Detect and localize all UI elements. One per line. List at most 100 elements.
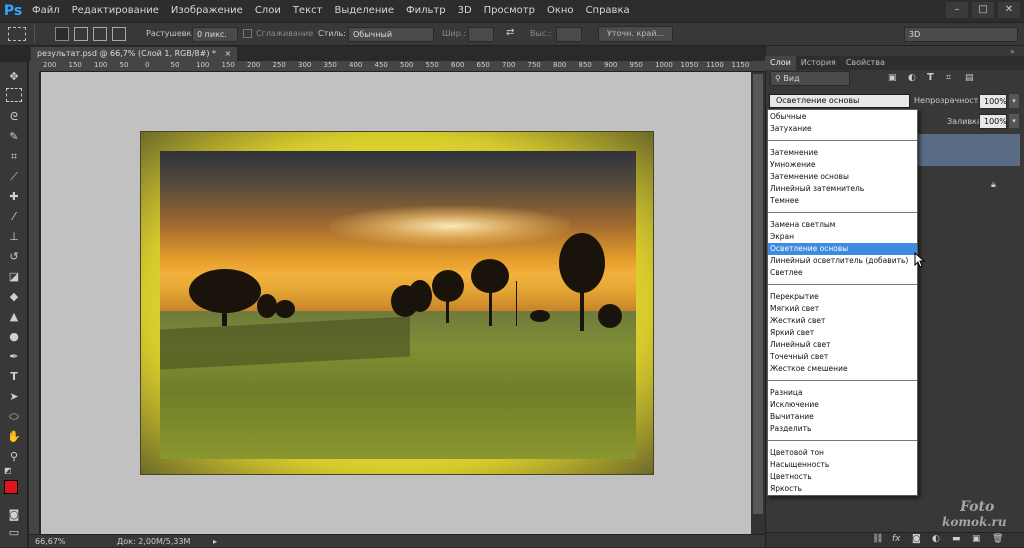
menu-window[interactable]: Окно (541, 0, 580, 22)
vertical-ruler[interactable] (29, 72, 40, 534)
clone-stamp-tool-icon[interactable]: ⊥ (4, 228, 24, 246)
ellipse-tool-icon[interactable]: ⬭ (4, 408, 24, 426)
shape-filter-icon[interactable]: ⌗ (946, 73, 951, 83)
blend-mode-option[interactable]: Жесткое смешение (768, 363, 917, 375)
blend-mode-option[interactable]: Разделить (768, 423, 917, 435)
tab-properties[interactable]: Свойства (841, 56, 890, 70)
document-size[interactable]: Док: 2,00M/5,33M (117, 535, 190, 548)
opacity-dropdown-icon[interactable]: ▾ (1009, 94, 1019, 108)
swap-icon[interactable]: ⇄ (506, 27, 514, 38)
menu-edit[interactable]: Редактирование (66, 0, 165, 22)
blend-mode-option[interactable]: Темнее (768, 195, 917, 207)
height-input[interactable] (556, 27, 582, 42)
move-tool-icon[interactable]: ✥ (4, 68, 24, 86)
menu-image[interactable]: Изображение (165, 0, 249, 22)
menu-help[interactable]: Справка (580, 0, 636, 22)
feather-input[interactable]: 0 пикс. (192, 27, 238, 42)
maximize-button[interactable]: □ (972, 2, 994, 18)
foreground-color-swatch[interactable] (4, 480, 18, 494)
blend-mode-option[interactable]: Яркость (768, 483, 917, 495)
menu-file[interactable]: Файл (26, 0, 66, 22)
layer-row-background[interactable]: 🔒︎ (916, 168, 1020, 200)
close-tab-icon[interactable]: × (225, 49, 232, 58)
layer-mask-icon[interactable]: ◙ (912, 534, 921, 544)
fx-icon[interactable]: fx (892, 534, 901, 544)
fill-input[interactable]: 100% (979, 114, 1007, 129)
adjustment-filter-icon[interactable]: ◐ (908, 73, 916, 83)
status-menu-icon[interactable]: ▸ (213, 535, 217, 548)
blend-mode-option[interactable]: Экран (768, 231, 917, 243)
blur-tool-icon[interactable]: ▲ (4, 308, 24, 326)
menu-filter[interactable]: Фильтр (400, 0, 452, 22)
workspace-select[interactable]: 3D (904, 27, 1018, 42)
type-tool-icon[interactable]: T (4, 368, 24, 386)
ruler-origin[interactable] (29, 61, 40, 72)
blend-mode-option[interactable]: Затухание (768, 123, 917, 135)
lasso-tool-icon[interactable]: ᘓ (4, 108, 24, 126)
blend-mode-option[interactable]: Обычные (768, 111, 917, 123)
marquee-tool-preset-icon[interactable] (8, 27, 26, 41)
link-layers-icon[interactable]: ⛓ (872, 534, 883, 544)
blend-mode-option[interactable]: Исключение (768, 399, 917, 411)
pen-tool-icon[interactable]: ✒ (4, 348, 24, 366)
tab-history[interactable]: История (796, 56, 841, 70)
opacity-input[interactable]: 100% (979, 94, 1007, 109)
horizontal-ruler[interactable]: 200 150 100 50 0 50 100 150 200 250 300 350 400 450 50… (40, 61, 765, 72)
menu-layers[interactable]: Слои (249, 0, 287, 22)
brush-tool-icon[interactable]: ⁄ (4, 208, 24, 226)
menu-select[interactable]: Выделение (328, 0, 400, 22)
quick-selection-tool-icon[interactable]: ✎ (4, 128, 24, 146)
layer-row-selected[interactable] (916, 134, 1020, 166)
landscape-photo[interactable] (160, 151, 636, 459)
blend-mode-option[interactable]: Вычитание (768, 411, 917, 423)
subtract-selection-icon[interactable] (93, 27, 107, 41)
width-input[interactable] (468, 27, 494, 42)
new-selection-icon[interactable] (55, 27, 69, 41)
add-selection-icon[interactable] (74, 27, 88, 41)
pixel-filter-icon[interactable]: ▣ (888, 73, 897, 83)
blend-mode-option[interactable]: Линейный осветлитель (добавить) (768, 255, 917, 267)
style-select[interactable]: Обычный (348, 27, 434, 42)
blend-mode-option[interactable]: Умножение (768, 159, 917, 171)
blend-mode-option[interactable]: Яркий свет (768, 327, 917, 339)
default-colors-icon[interactable]: ◩ (4, 466, 12, 475)
blend-mode-option[interactable]: Точечный свет (768, 351, 917, 363)
collapse-panel-icon[interactable]: » (1010, 47, 1015, 56)
blend-mode-option[interactable]: Цветность (768, 471, 917, 483)
type-filter-icon[interactable]: T (927, 72, 934, 83)
blend-mode-option[interactable]: Затемнение (768, 147, 917, 159)
blend-mode-option[interactable]: Линейный свет (768, 339, 917, 351)
path-selection-tool-icon[interactable]: ➤ (4, 388, 24, 406)
blend-mode-option[interactable]: Замена светлым (768, 219, 917, 231)
healing-brush-tool-icon[interactable]: ✚ (4, 188, 24, 206)
intersect-selection-icon[interactable] (112, 27, 126, 41)
dodge-tool-icon[interactable]: ● (4, 328, 24, 346)
blend-mode-option[interactable]: Светлее (768, 267, 917, 279)
refine-edge-button[interactable]: Уточн. край... (598, 26, 674, 42)
document-tab[interactable]: результат.psd @ 66,7% (Слой 1, RGB/8#) *… (31, 47, 238, 61)
blend-mode-option[interactable]: Мягкий свет (768, 303, 917, 315)
crop-tool-icon[interactable]: ⌗ (4, 148, 24, 166)
zoom-level[interactable]: 66,67% (35, 535, 66, 548)
close-window-button[interactable]: ✕ (998, 2, 1020, 18)
tab-layers[interactable]: Слои (765, 56, 796, 70)
scrollbar-thumb[interactable] (753, 74, 763, 514)
layer-filter-select[interactable]: ⚲ Вид (770, 71, 850, 86)
smart-object-filter-icon[interactable]: ▤ (965, 73, 974, 83)
blend-mode-option[interactable]: Перекрытие (768, 291, 917, 303)
hand-tool-icon[interactable]: ✋ (4, 428, 24, 446)
eyedropper-tool-icon[interactable]: ⟋ (4, 168, 24, 186)
history-brush-tool-icon[interactable]: ↺ (4, 248, 24, 266)
menu-3d[interactable]: 3D (452, 0, 478, 22)
blend-mode-option[interactable]: Насыщенность (768, 459, 917, 471)
quick-mask-icon[interactable]: ◙ (4, 506, 24, 524)
marquee-tool-icon[interactable] (6, 88, 22, 102)
menu-view[interactable]: Просмотр (478, 0, 541, 22)
paint-bucket-tool-icon[interactable]: ◆ (4, 288, 24, 306)
blend-mode-option[interactable]: Цветовой тон (768, 447, 917, 459)
blend-mode-option[interactable]: Линейный затемнитель (768, 183, 917, 195)
blend-mode-option[interactable]: Разница (768, 387, 917, 399)
blend-mode-option[interactable]: Осветление основы (768, 243, 917, 255)
screen-mode-icon[interactable]: ▭ (4, 524, 24, 542)
antialias-checkbox[interactable] (243, 29, 252, 38)
